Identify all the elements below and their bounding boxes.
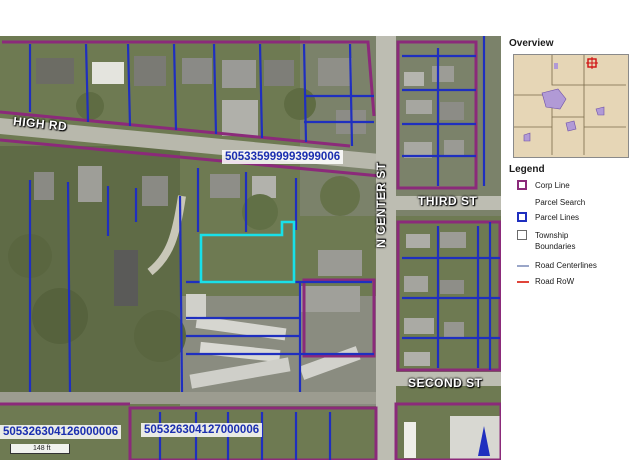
legend-label: Boundaries — [535, 242, 576, 251]
legend-label: Parcel Lines — [535, 213, 580, 222]
road-label-n-center-st: N CENTER ST — [373, 162, 388, 248]
aerial-imagery — [0, 36, 501, 460]
map-view[interactable]: HIGH RD N CENTER ST THIRD ST SECOND ST 5… — [0, 36, 501, 460]
legend-title: Legend — [509, 164, 545, 175]
road-row-swatch — [517, 281, 529, 283]
parcel-id-label[interactable]: 505326304127000006 — [141, 423, 263, 437]
legend-label: Township — [535, 231, 569, 240]
road-label-third-st: THIRD ST — [418, 194, 478, 208]
legend-label: Road RoW — [535, 277, 575, 286]
overview-map[interactable] — [513, 54, 629, 158]
legend-label: Road Centerlines — [535, 261, 597, 270]
parcel-id-label[interactable]: 505335999993999006 — [222, 150, 344, 164]
overview-map-graphic — [514, 55, 628, 157]
legend-label: Parcel Search — [535, 198, 586, 207]
corp-line-swatch — [517, 180, 527, 190]
side-panel: Overview Legend Corp Line Parcel Search — [501, 36, 640, 460]
scale-label: 148 ft — [33, 445, 51, 452]
legend-label: Corp Line — [535, 181, 570, 190]
road-centerline-swatch — [517, 265, 529, 267]
parcel-id-label[interactable]: 505326304126000006 — [0, 425, 122, 439]
road-label-second-st: SECOND ST — [408, 376, 483, 390]
parcel-lines-swatch — [517, 212, 527, 222]
overview-title: Overview — [509, 38, 554, 49]
township-swatch — [517, 230, 527, 240]
header-strip — [0, 0, 640, 36]
